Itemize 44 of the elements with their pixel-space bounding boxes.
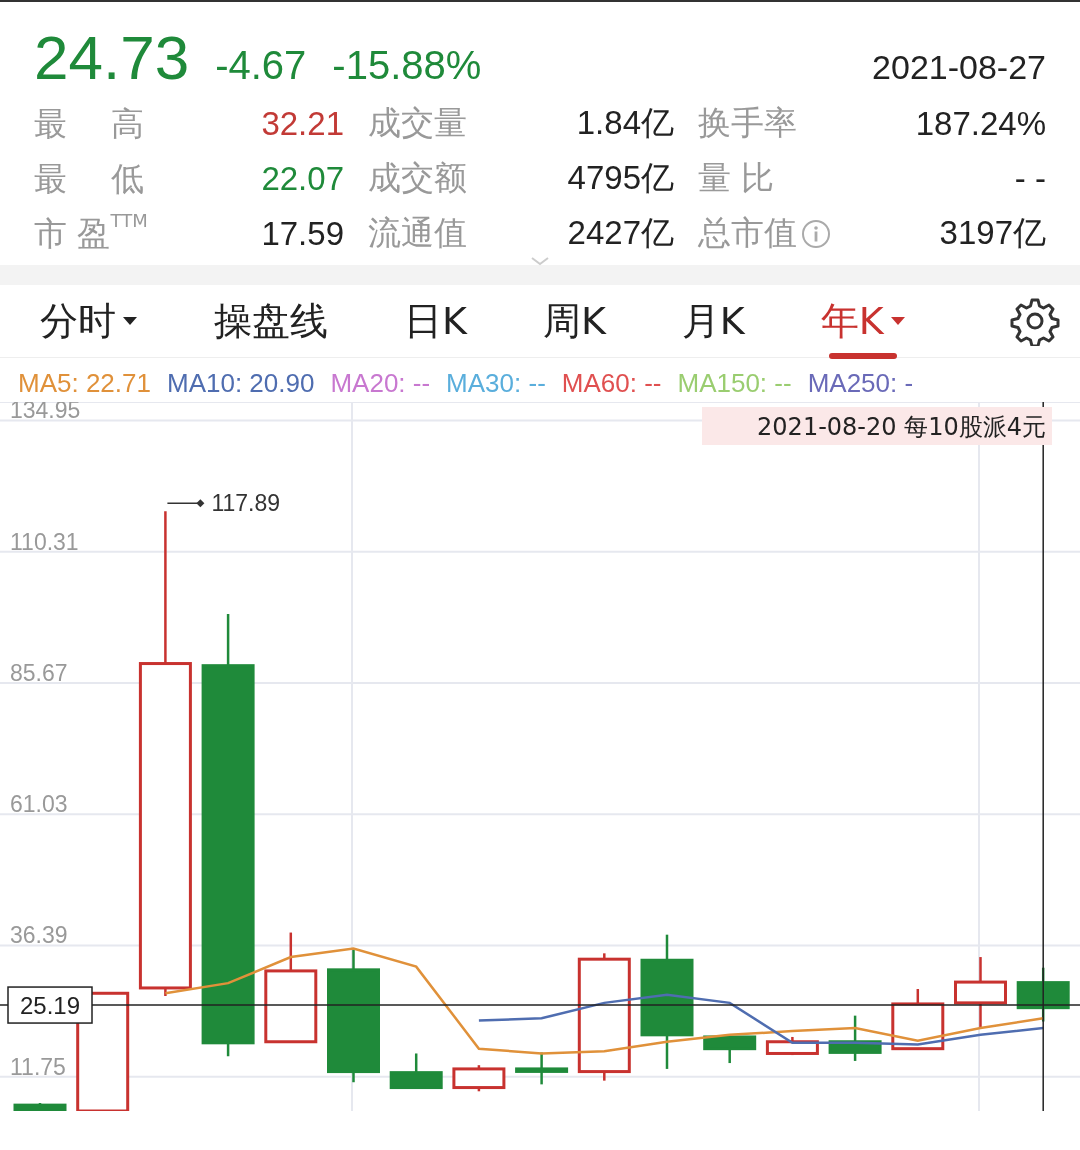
price-axis-label: 85.67 <box>10 659 68 686</box>
stat-value: 187.24% <box>914 104 1046 143</box>
stat-value: 2427亿 <box>566 213 674 253</box>
ma-legend-label: MA60: -- <box>561 368 662 400</box>
stat-label: 成交额 <box>368 157 468 199</box>
price-axis-label: 61.03 <box>10 791 68 818</box>
stat-value: - - <box>1013 159 1046 198</box>
stat-value: 1.84亿 <box>575 103 674 143</box>
stat-label: 成交量 <box>368 102 468 144</box>
crosshair-price-label: 25.19 <box>7 986 93 1024</box>
price-axis-label: 11.75 <box>10 1053 66 1080</box>
ma-legend-label: MA20: -- <box>330 368 431 400</box>
ma-legend-label: MA10: 20.90 <box>167 368 315 400</box>
stat-label: 最 低 <box>34 157 144 200</box>
stat-label: 换手率 <box>698 102 797 144</box>
ma-legend-label: MA5: 22.71 <box>18 368 151 400</box>
stat-label: 量 比 <box>698 157 775 199</box>
price-axis-label: 110.31 <box>10 528 79 555</box>
price-axis-label: 134.95 <box>10 402 81 424</box>
ma-legend-label: MA150: -- <box>677 368 792 400</box>
chart-tab[interactable]: 月K <box>681 285 745 357</box>
quote-date: 2021-08-27 <box>872 48 1046 87</box>
stat-value: 22.07 <box>260 159 344 198</box>
stat-label: 流通值 <box>368 212 468 254</box>
stat-label: 最 高 <box>34 102 144 145</box>
stat-label: 市 盈$^{TTM}$ <box>34 211 144 255</box>
stat-value: 17.59 <box>260 214 344 253</box>
percent-change: -15.88% <box>332 43 482 88</box>
max-price-label: 117.89 <box>211 490 281 517</box>
ma-legend-label: MA30: -- <box>446 368 546 400</box>
chart-tab[interactable]: 年K <box>820 285 906 357</box>
chart-tab[interactable]: 分时 <box>40 285 138 357</box>
stat-value: 4795亿 <box>566 158 674 198</box>
stat-value: 3197亿 <box>938 213 1046 253</box>
price-axis-label: 36.39 <box>10 922 68 949</box>
chart-tab[interactable]: 日K <box>404 285 467 357</box>
stat-label: 总市值 <box>698 212 797 254</box>
ma-legend-label: MA250: - <box>807 368 914 400</box>
price-change: -4.67 <box>215 43 307 88</box>
stock-price: 24.73 <box>34 22 190 93</box>
chart-tab[interactable]: 周K <box>542 285 606 357</box>
chart-tab[interactable]: 操盘线 <box>214 285 328 357</box>
stat-value: 32.21 <box>260 104 344 143</box>
dividend-tooltip: 2021-08-20 每10股派4元 <box>702 407 1052 445</box>
